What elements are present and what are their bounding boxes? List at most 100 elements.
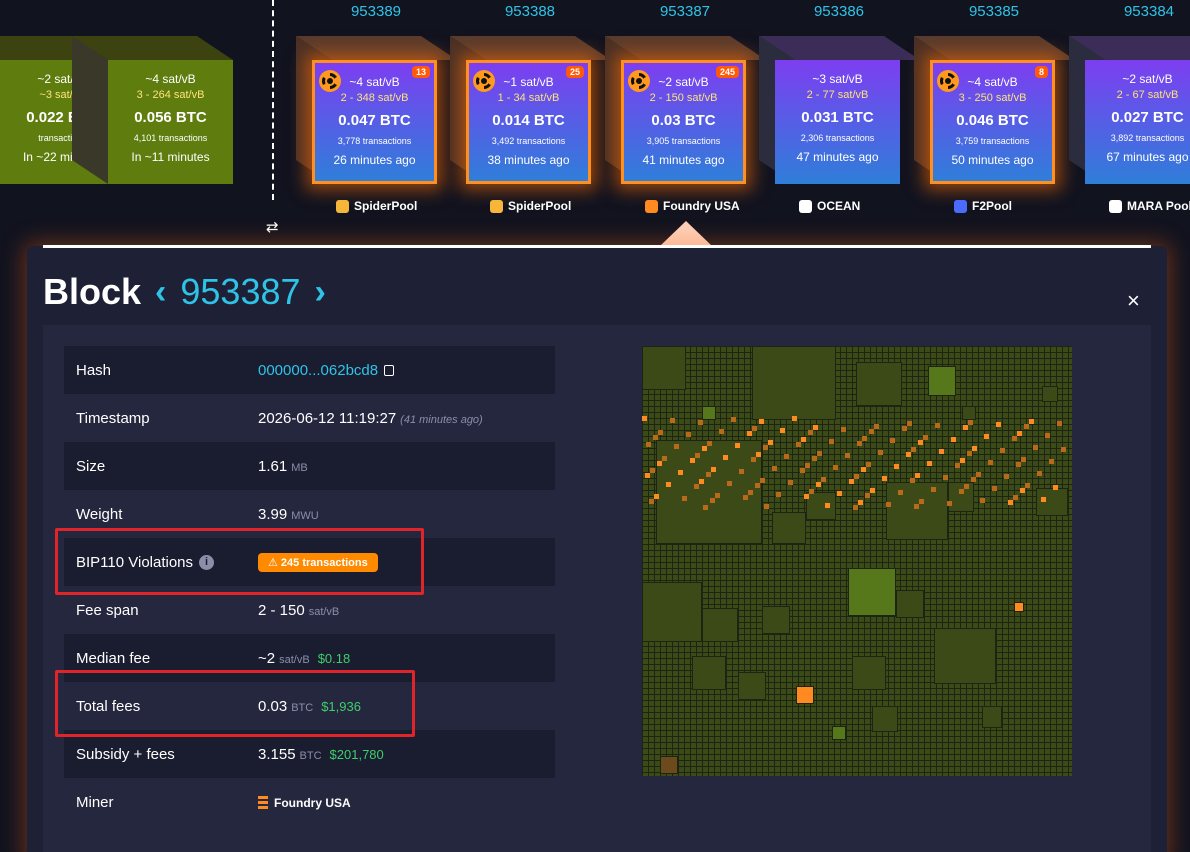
violating-transaction[interactable] xyxy=(1016,462,1021,467)
violating-transaction[interactable] xyxy=(763,445,768,450)
violating-transaction[interactable] xyxy=(796,442,801,447)
violating-transaction[interactable] xyxy=(653,435,658,440)
violating-transaction[interactable] xyxy=(670,418,675,423)
transaction-block[interactable] xyxy=(1042,386,1058,402)
violating-transaction[interactable] xyxy=(821,477,826,482)
transaction-block[interactable] xyxy=(948,482,974,512)
hash-link[interactable]: 000000...062bcd8 xyxy=(258,362,378,379)
violating-transaction[interactable] xyxy=(1029,419,1034,424)
violating-transaction[interactable] xyxy=(817,451,822,456)
transaction-block[interactable] xyxy=(848,568,896,616)
violating-transaction[interactable] xyxy=(1037,471,1042,476)
transaction-block[interactable] xyxy=(962,406,976,420)
violating-transaction[interactable] xyxy=(666,482,671,487)
violating-transaction[interactable] xyxy=(1000,448,1005,453)
violating-transaction[interactable] xyxy=(968,420,973,425)
violating-transaction[interactable] xyxy=(833,465,838,470)
transaction-block[interactable] xyxy=(928,366,956,396)
violating-transaction[interactable] xyxy=(1004,474,1009,479)
transaction-block[interactable] xyxy=(852,656,886,690)
violating-transaction[interactable] xyxy=(915,473,920,478)
violating-transaction[interactable] xyxy=(706,472,711,477)
violating-transaction[interactable] xyxy=(801,437,806,442)
transaction-block[interactable] xyxy=(660,756,678,774)
violating-transaction[interactable] xyxy=(1024,424,1029,429)
violating-transaction[interactable] xyxy=(743,495,748,500)
violating-transaction[interactable] xyxy=(735,443,740,448)
block-height-link[interactable]: 953386 xyxy=(779,3,899,20)
block-height-link[interactable]: 953384 xyxy=(1089,3,1190,20)
swap-direction-icon[interactable]: ⇄ xyxy=(266,218,279,236)
violating-transaction[interactable] xyxy=(812,456,817,461)
transaction-block[interactable] xyxy=(702,608,738,642)
violating-transaction[interactable] xyxy=(800,468,805,473)
violating-transaction[interactable] xyxy=(845,453,850,458)
violating-transaction[interactable] xyxy=(707,441,712,446)
violating-transaction[interactable] xyxy=(780,428,785,433)
violating-transaction[interactable] xyxy=(911,447,916,452)
violating-transaction[interactable] xyxy=(967,451,972,456)
pool-label[interactable]: SpiderPool xyxy=(490,199,571,213)
block-transactions-treemap[interactable] xyxy=(642,346,1072,776)
violating-transaction[interactable] xyxy=(650,468,655,473)
violating-transaction[interactable] xyxy=(695,453,700,458)
violating-transaction[interactable] xyxy=(882,476,887,481)
violating-transaction[interactable] xyxy=(678,470,683,475)
violating-transaction[interactable] xyxy=(702,446,707,451)
violating-transaction[interactable] xyxy=(674,444,679,449)
violating-transaction[interactable] xyxy=(861,467,866,472)
transaction-block[interactable] xyxy=(642,346,686,390)
violating-transaction[interactable] xyxy=(816,482,821,487)
violating-transaction[interactable] xyxy=(649,499,654,504)
pool-label[interactable]: SpiderPool xyxy=(336,199,417,213)
violating-transaction[interactable] xyxy=(1049,459,1054,464)
violating-transaction[interactable] xyxy=(910,478,915,483)
violating-transaction[interactable] xyxy=(748,490,753,495)
violating-transaction[interactable] xyxy=(947,501,952,506)
violating-transaction[interactable] xyxy=(1057,421,1062,426)
violating-transaction[interactable] xyxy=(886,502,891,507)
violating-transaction[interactable] xyxy=(658,430,663,435)
violating-transaction[interactable] xyxy=(914,504,919,509)
violating-transaction[interactable] xyxy=(723,455,728,460)
transaction-block[interactable] xyxy=(872,706,898,732)
violating-transaction[interactable] xyxy=(755,483,760,488)
violating-transaction[interactable] xyxy=(772,466,777,471)
transaction-block[interactable] xyxy=(886,482,948,540)
violating-transaction[interactable] xyxy=(699,479,704,484)
transaction-block[interactable] xyxy=(692,656,726,690)
violating-transaction[interactable] xyxy=(866,462,871,467)
violating-transaction[interactable] xyxy=(809,489,814,494)
violating-transaction[interactable] xyxy=(1061,447,1066,452)
violating-transaction[interactable] xyxy=(764,504,769,509)
miner-value[interactable]: Foundry USA xyxy=(274,796,351,810)
violating-transaction[interactable] xyxy=(960,458,965,463)
transaction-block[interactable] xyxy=(982,706,1002,728)
violating-transaction[interactable] xyxy=(1025,483,1030,488)
violating-transaction[interactable] xyxy=(862,436,867,441)
transaction-block[interactable] xyxy=(656,440,762,544)
violating-transaction[interactable] xyxy=(804,494,809,499)
violating-transaction[interactable] xyxy=(805,463,810,468)
violating-transaction[interactable] xyxy=(951,437,956,442)
violating-transaction[interactable] xyxy=(857,441,862,446)
violating-transaction[interactable] xyxy=(874,424,879,429)
violating-transaction[interactable] xyxy=(894,464,899,469)
violating-transaction[interactable] xyxy=(662,456,667,461)
transaction-block[interactable] xyxy=(1014,602,1024,612)
violating-transaction[interactable] xyxy=(902,426,907,431)
violating-transaction[interactable] xyxy=(858,500,863,505)
violating-transaction[interactable] xyxy=(984,434,989,439)
info-icon[interactable]: i xyxy=(199,555,215,571)
violating-transaction[interactable] xyxy=(776,492,781,497)
violating-transaction[interactable] xyxy=(907,421,912,426)
violating-transaction[interactable] xyxy=(682,496,687,501)
violating-transaction[interactable] xyxy=(1008,500,1013,505)
violating-transaction[interactable] xyxy=(760,478,765,483)
violating-transaction[interactable] xyxy=(849,479,854,484)
prev-block-button[interactable]: ‹ xyxy=(155,273,166,312)
violating-transaction[interactable] xyxy=(972,446,977,451)
violating-transaction[interactable] xyxy=(1021,457,1026,462)
block-height-link[interactable]: 953388 xyxy=(470,3,590,20)
violating-transaction[interactable] xyxy=(963,425,968,430)
